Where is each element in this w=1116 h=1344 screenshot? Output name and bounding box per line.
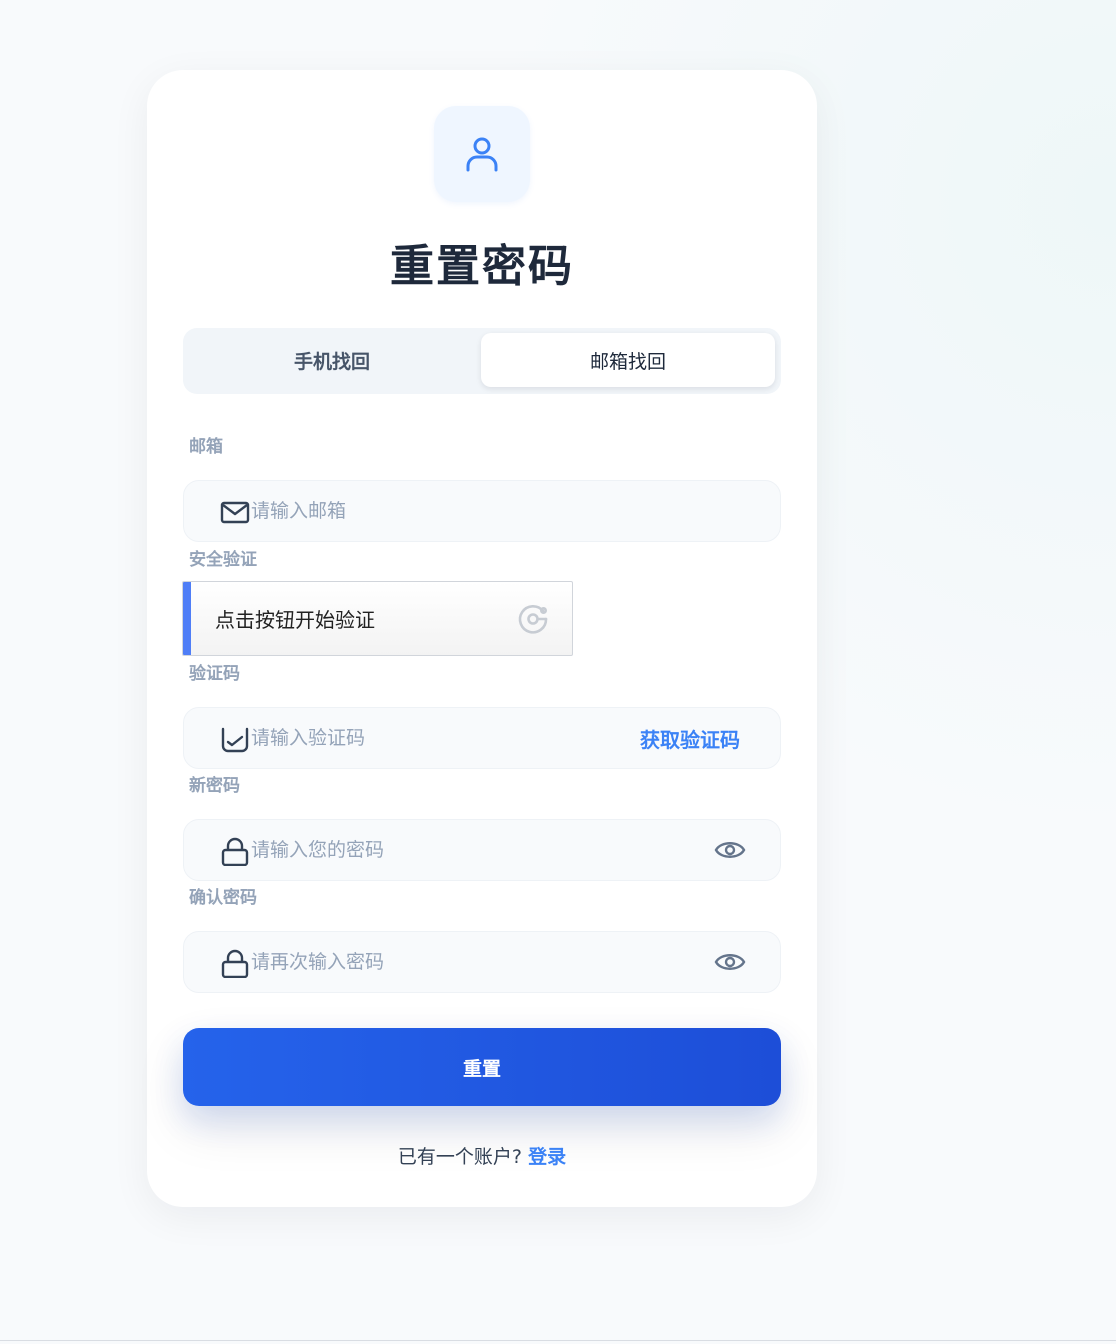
captcha-text: 点击按钮开始验证 <box>215 608 375 632</box>
security-label: 安全验证 <box>189 550 257 570</box>
eye-icon[interactable] <box>714 835 746 865</box>
email-label: 邮箱 <box>189 437 223 457</box>
shield-check-icon <box>221 727 249 753</box>
recovery-tabs: 手机找回 邮箱找回 <box>183 328 781 394</box>
email-field-wrapper <box>183 480 781 542</box>
lock-icon <box>221 837 249 866</box>
tab-email-recovery[interactable]: 邮箱找回 <box>481 333 775 387</box>
login-prompt-text: 已有一个账户? <box>397 1146 523 1168</box>
eye-icon[interactable] <box>714 947 746 977</box>
captcha-accent-bar <box>183 582 191 655</box>
new-password-input[interactable] <box>251 820 631 880</box>
code-field-wrapper: 获取验证码 <box>183 707 781 769</box>
new-password-field-wrapper <box>183 819 781 881</box>
bottom-divider <box>0 1340 1116 1341</box>
mail-icon <box>220 501 250 524</box>
new-password-label: 新密码 <box>189 776 240 796</box>
lock-icon <box>221 949 249 978</box>
confirm-password-input[interactable] <box>251 932 631 992</box>
confirm-password-label: 确认密码 <box>189 888 257 908</box>
code-label: 验证码 <box>189 664 240 684</box>
email-input[interactable] <box>251 481 631 541</box>
tab-phone-recovery[interactable]: 手机找回 <box>187 333 477 387</box>
captcha-button[interactable]: 点击按钮开始验证 <box>182 581 573 656</box>
page-title: 重置密码 <box>390 241 574 292</box>
captcha-icon <box>518 605 548 634</box>
avatar-badge <box>434 106 530 202</box>
page: 重置密码 手机找回 邮箱找回 邮箱 安全验证 点击按钮开始验证 <box>0 0 1116 1344</box>
login-prompt: 已有一个账户? 登录 <box>147 1142 817 1169</box>
reset-button[interactable]: 重置 <box>183 1028 781 1106</box>
user-icon <box>466 137 498 172</box>
reset-card: 重置密码 手机找回 邮箱找回 邮箱 安全验证 点击按钮开始验证 <box>147 70 817 1207</box>
get-code-button[interactable]: 获取验证码 <box>640 708 740 768</box>
confirm-password-field-wrapper <box>183 931 781 993</box>
login-link[interactable]: 登录 <box>528 1146 566 1168</box>
code-input[interactable] <box>251 708 631 768</box>
